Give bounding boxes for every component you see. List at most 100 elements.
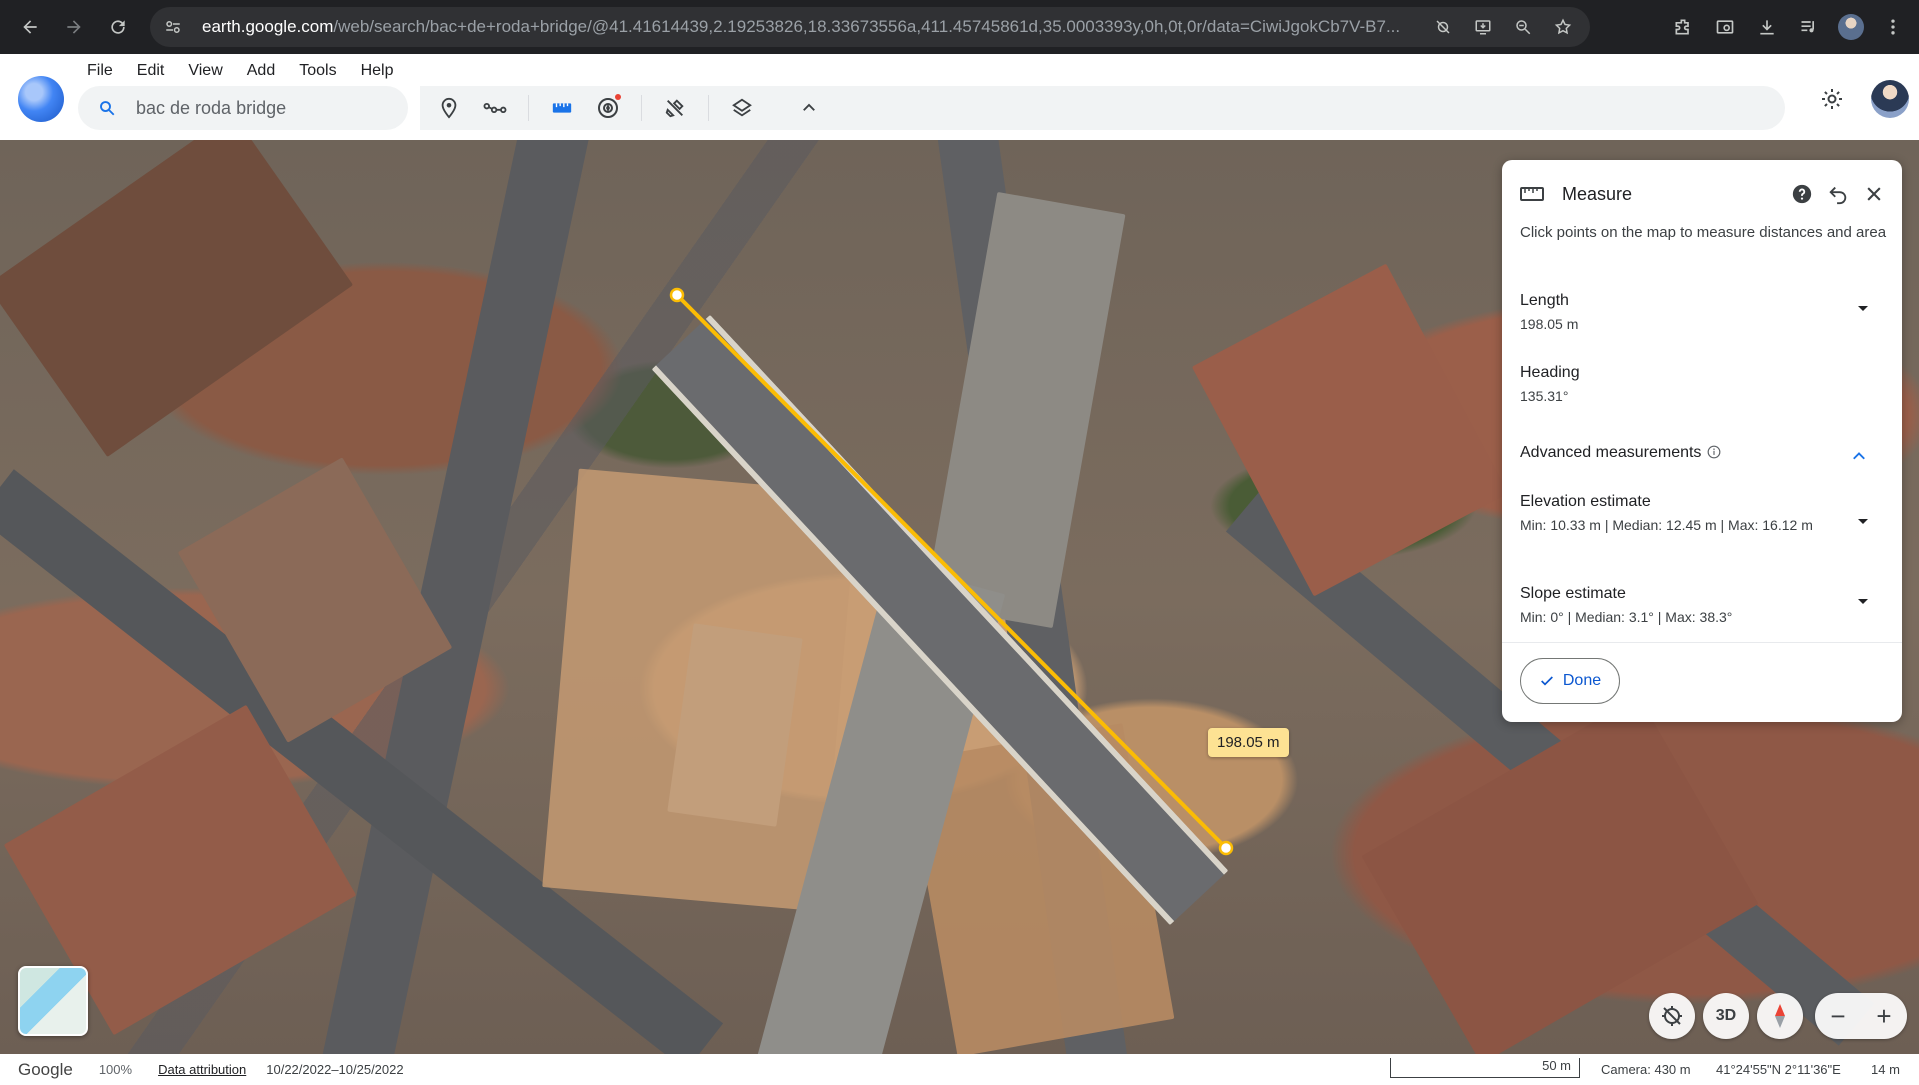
toolbar-divider — [528, 95, 529, 121]
length-value: 198.05 m — [1520, 316, 1579, 332]
menu-view[interactable]: View — [176, 58, 234, 84]
data-attribution-link[interactable]: Data attribution — [158, 1062, 246, 1077]
chevron-down-icon[interactable] — [1858, 519, 1868, 524]
main-toolbar — [420, 86, 1785, 130]
profile-avatar[interactable] — [1871, 80, 1909, 118]
heading-row: Heading 135.31° — [1520, 364, 1890, 407]
search-icon — [98, 99, 116, 117]
tools-icon[interactable] — [656, 89, 694, 127]
slope-row[interactable]: Slope estimate Min: 0° | Median: 3.1° | … — [1520, 585, 1890, 628]
omnibox-actions — [1426, 7, 1580, 47]
tab-search-icon[interactable] — [1705, 5, 1745, 49]
reload-icon[interactable] — [96, 5, 140, 49]
toolbar-divider — [775, 95, 776, 121]
elevation-label: Elevation estimate — [1520, 493, 1651, 510]
url-text[interactable]: earth.google.com/web/search/bac+de+roda+… — [202, 17, 1412, 37]
search-input[interactable] — [136, 97, 386, 119]
zoom-in-icon[interactable]: + — [1876, 1001, 1891, 1032]
zoom-icon[interactable] — [1506, 10, 1540, 44]
slope-value: Min: 0° | Median: 3.1° | Max: 38.3° — [1520, 609, 1733, 625]
media-control-icon[interactable] — [1789, 5, 1829, 49]
map-style-thumbnail[interactable] — [18, 966, 88, 1036]
site-settings-icon[interactable] — [164, 17, 184, 37]
back-icon[interactable] — [8, 5, 52, 49]
undo-icon[interactable] — [1820, 176, 1856, 212]
menu-help[interactable]: Help — [349, 58, 406, 84]
layers-icon[interactable] — [723, 89, 761, 127]
chevron-up-icon[interactable] — [1850, 448, 1868, 467]
browser-toolbar: earth.google.com/web/search/bac+de+roda+… — [0, 0, 1919, 54]
info-icon[interactable] — [1707, 445, 1721, 462]
toolbar-divider — [641, 95, 642, 121]
coordinates: 41°24'55"N 2°11'36"E — [1716, 1062, 1841, 1077]
panel-header: Measure — [1520, 178, 1892, 210]
measure-line — [675, 293, 1228, 850]
scale-bar: 50 m — [1390, 1058, 1580, 1078]
camera-altitude: Camera: 430 m — [1601, 1062, 1691, 1077]
measure-distance-label: 198.05 m — [1208, 728, 1289, 757]
done-button[interactable]: Done — [1520, 658, 1620, 704]
done-label: Done — [1562, 672, 1602, 689]
extensions-icon[interactable] — [1663, 5, 1703, 49]
google-earth-logo[interactable] — [18, 76, 64, 122]
measure-start-point[interactable] — [669, 287, 685, 303]
search-box[interactable] — [78, 86, 408, 130]
compass-icon[interactable] — [1757, 993, 1803, 1039]
toolbar-divider — [708, 95, 709, 121]
browser-nav — [8, 5, 140, 49]
measure-end-point[interactable] — [1218, 840, 1234, 856]
advanced-measurements-toggle[interactable]: Advanced measurements — [1520, 444, 1890, 462]
advanced-label: Advanced measurements — [1520, 444, 1702, 461]
install-app-icon[interactable] — [1466, 10, 1500, 44]
download-icon[interactable] — [1747, 5, 1787, 49]
scale-label: 50 m — [1542, 1058, 1571, 1073]
menu-add[interactable]: Add — [235, 58, 287, 84]
place-mark-icon[interactable] — [430, 89, 468, 127]
panel-description: Click points on the map to measure dista… — [1520, 224, 1887, 241]
menu-edit[interactable]: Edit — [125, 58, 177, 84]
length-label: Length — [1520, 292, 1569, 309]
browser-menu-icon[interactable] — [1873, 5, 1913, 49]
status-footer: Google 100% Data attribution 10/22/2022–… — [0, 1054, 1919, 1085]
length-row[interactable]: Length 198.05 m — [1520, 292, 1890, 335]
tracking-off-icon[interactable] — [1426, 10, 1460, 44]
google-logo: Google — [18, 1059, 73, 1079]
reset-tilt-icon[interactable] — [1649, 993, 1695, 1039]
help-icon[interactable] — [1784, 176, 1820, 212]
imagery-date: 10/22/2022–10/25/2022 — [266, 1062, 404, 1077]
menu-bar: File Edit View Add Tools Help — [75, 58, 405, 84]
address-bar[interactable]: earth.google.com/web/search/bac+de+roda+… — [150, 7, 1590, 47]
browser-actions — [1663, 0, 1919, 54]
chevron-down-icon[interactable] — [1858, 599, 1868, 604]
heading-label: Heading — [1520, 364, 1580, 381]
collapse-icon[interactable] — [790, 89, 828, 127]
forward-icon[interactable] — [52, 5, 96, 49]
close-icon[interactable] — [1856, 176, 1892, 212]
panel-divider — [1502, 642, 1902, 643]
header-actions — [1813, 80, 1909, 118]
menu-tools[interactable]: Tools — [287, 58, 348, 84]
app-header: File Edit View Add Tools Help — [0, 54, 1919, 140]
toggle-3d-button[interactable]: 3D — [1703, 993, 1749, 1039]
panel-title: Measure — [1562, 183, 1633, 204]
notification-dot — [615, 94, 621, 100]
url-path: /web/search/bac+de+roda+bridge/@41.41614… — [333, 17, 1401, 36]
url-host: earth.google.com — [202, 17, 334, 36]
elevation-value: Min: 10.33 m | Median: 12.45 m | Max: 16… — [1520, 517, 1813, 533]
chevron-down-icon[interactable] — [1858, 306, 1868, 311]
profile-avatar-small[interactable] — [1831, 5, 1871, 49]
ruler-icon — [1520, 185, 1544, 203]
voyager-icon[interactable] — [589, 89, 627, 127]
heading-value: 135.31° — [1520, 388, 1569, 404]
check-icon — [1539, 673, 1555, 689]
path-icon[interactable] — [476, 89, 514, 127]
elevation-row[interactable]: Elevation estimate Min: 10.33 m | Median… — [1520, 493, 1890, 536]
zoom-out-icon[interactable]: − — [1830, 1001, 1845, 1032]
settings-gear-icon[interactable] — [1813, 80, 1851, 118]
bookmark-star-icon[interactable] — [1546, 10, 1580, 44]
load-progress: 100% — [98, 1062, 133, 1077]
ruler-icon[interactable] — [543, 89, 581, 127]
measure-panel: Measure Click points on the map to measu… — [1502, 160, 1902, 722]
zoom-controls: − + — [1815, 993, 1907, 1039]
menu-file[interactable]: File — [75, 58, 125, 84]
